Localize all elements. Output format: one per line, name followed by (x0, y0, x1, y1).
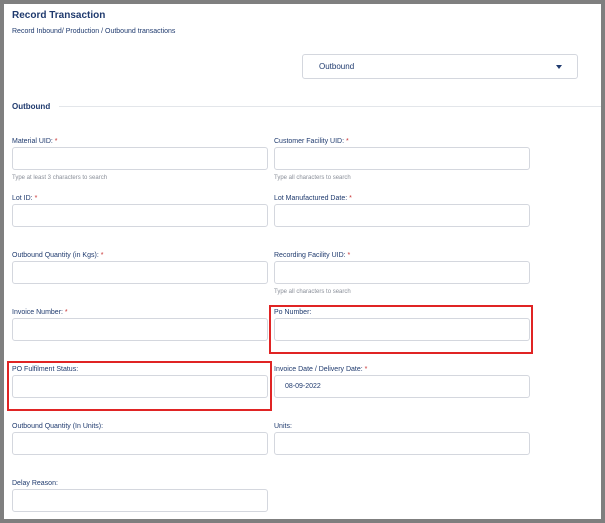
units-input[interactable] (274, 432, 530, 455)
page-title: Record Transaction (12, 10, 106, 21)
po-number-label: Po Number: (274, 309, 312, 316)
outbound-quantity-kgs-input[interactable] (12, 261, 268, 284)
invoice-number-input[interactable] (12, 318, 268, 341)
transaction-type-select[interactable]: Outbound (302, 54, 578, 79)
invoice-date-label: Invoice Date / Delivery Date: * (274, 366, 368, 373)
record-transaction-panel: Record Transaction Record Inbound/ Produ… (4, 4, 601, 519)
outbound-quantity-units-input[interactable] (12, 432, 268, 455)
recording-facility-uid-label: Recording Facility UID: * (274, 252, 351, 259)
invoice-number-label: Invoice Number: * (12, 309, 68, 316)
material-uid-label: Material UID: * (12, 138, 58, 145)
po-fulfilment-status-input[interactable] (12, 375, 268, 398)
customer-facility-uid-input[interactable] (274, 147, 530, 170)
chevron-down-icon[interactable] (556, 65, 562, 69)
recording-facility-uid-hint: Type all characters to search (274, 289, 351, 295)
lot-id-input[interactable] (12, 204, 268, 227)
delay-reason-input[interactable] (12, 489, 268, 512)
lot-manufactured-date-label: Lot Manufactured Date: * (274, 195, 352, 202)
delay-reason-label: Delay Reason: (12, 480, 58, 487)
transaction-type-value: Outbound (319, 62, 355, 71)
customer-facility-uid-label: Customer Facility UID: * (274, 138, 349, 145)
lot-manufactured-date-input[interactable] (274, 204, 530, 227)
units-label: Units: (274, 423, 292, 430)
breadcrumb[interactable]: Record Inbound/ Production / Outbound tr… (12, 28, 175, 35)
material-uid-input[interactable] (12, 147, 268, 170)
outbound-quantity-units-label: Outbound Quantity (In Units): (12, 423, 104, 430)
recording-facility-uid-input[interactable] (274, 261, 530, 284)
lot-id-label: Lot ID: * (12, 195, 38, 202)
material-uid-hint: Type at least 3 characters to search (12, 175, 108, 181)
invoice-date-input[interactable]: 08-09-2022 (274, 375, 530, 398)
section-divider (59, 106, 601, 107)
customer-facility-uid-hint: Type all characters to search (274, 175, 351, 181)
outbound-quantity-kgs-label: Outbound Quantity (in Kgs): * (12, 252, 104, 259)
po-number-input[interactable] (274, 318, 530, 341)
po-fulfilment-status-label: PO Fulfilment Status: (12, 366, 79, 373)
section-title: Outbound (12, 102, 51, 111)
